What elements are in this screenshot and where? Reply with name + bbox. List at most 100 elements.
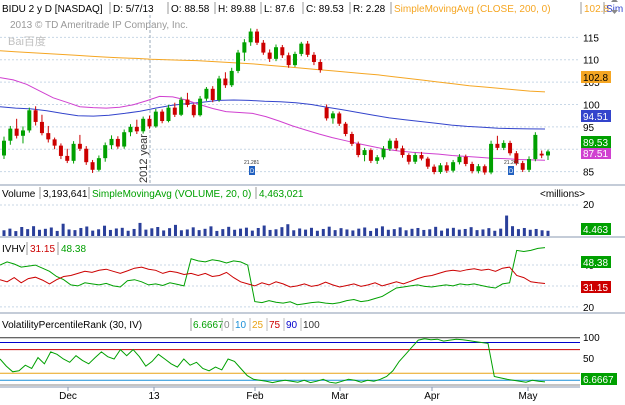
volume-bar [528,229,532,236]
sma50-badge-text: 94.51 [583,112,608,123]
candle-body [261,42,266,53]
sma200-study-label[interactable]: SimpleMovingAvg (CLOSE, 200, 0) [394,4,551,15]
price-tick-label: 85 [583,168,595,179]
volume-title[interactable]: Volume [2,189,36,200]
price-tick-label: 110 [583,56,599,67]
candle-body [8,128,13,141]
volume-bar [114,228,118,236]
candle-body [160,111,165,122]
volume-bar [126,230,130,236]
volume-bar [67,229,71,236]
candle-body [349,134,354,144]
volume-bar [227,226,231,236]
range-readout: R: 2.28 [353,4,386,15]
candle-body [2,140,6,156]
candle-body [432,166,437,173]
volume-bar [292,230,296,236]
candle-body [286,55,291,66]
vpr-badge-text: 6.6667 [583,375,614,386]
volume-bar [32,226,36,236]
ivhv-tick-label: 20 [583,303,595,314]
candle-body [198,98,203,116]
candle-body [77,143,82,149]
time-axis-label: Apr [424,391,440,402]
candle-body [147,118,152,127]
candle-body [204,88,209,99]
volume-bar [91,230,95,236]
ivhv-panel[interactable]: IVHV 31.15 48.38 403020 48.38 31.15 [0,236,625,314]
volume-bar [369,230,373,236]
volume-bar [499,228,503,236]
volume-bar [345,229,349,236]
close-readout: C: 89.53 [306,4,344,15]
volume-bar [8,228,12,236]
volume-bar [256,227,260,236]
candle-body [96,158,101,170]
volume-bar [221,229,225,236]
vpr-value: 6.6667 [193,320,224,331]
candle-body [470,163,475,172]
candle-body [242,42,247,53]
ivhv-title[interactable]: IVHV [2,244,26,255]
volume-bar [250,230,254,236]
volume-bar [37,229,41,236]
volume-bar [262,225,266,236]
candle-body [134,126,139,132]
dividend-1-letter: D [250,169,255,175]
volume-bar [79,227,83,236]
candle-body [248,31,253,43]
volume-bar [493,230,497,236]
volume-bar [434,226,438,236]
time-axis-label: Mar [331,391,349,402]
volume-bar [103,225,107,236]
candle-body [90,162,95,170]
volume-bar [309,227,313,236]
volume-bar [540,230,544,236]
candle-body [457,156,462,163]
candle-body [387,140,392,149]
time-axis[interactable]: Dec 13 Feb Mar Apr May [0,386,580,402]
candle-body [527,159,532,170]
volume-bar [209,226,213,236]
sma200-badge-text: 102.8 [583,73,608,84]
dividend-2-letter: D [509,169,514,175]
candle-body [229,70,234,86]
volume-bar [2,230,6,236]
volume-sma-label[interactable]: SimpleMovingAvg (VOLUME, 20, 0) [92,189,251,200]
low-readout: L: 87.6 [264,4,295,15]
price-tick-label: 115 [583,33,599,44]
volume-bar [120,227,124,236]
time-axis-label: Dec [59,391,77,402]
vpr-axis-tick-50: 50 [583,354,595,365]
vpr-level-label: 0 [224,320,230,331]
time-axis-label: 13 [148,391,160,402]
volume-bar [392,229,396,236]
time-axis-label: Feb [246,391,264,402]
candle-body [311,54,316,62]
candle-body [39,121,44,134]
candle-body [356,143,361,156]
candle-body [546,151,550,156]
candle-body [274,47,278,59]
time-axis-label: May [519,391,538,402]
symbol-label[interactable]: BIDU 2 y D [NASDAQ] [2,4,103,15]
volume-bar [286,224,290,236]
candle-body [191,104,196,116]
candle-body [153,111,158,127]
candle-body [255,31,260,43]
candle-body [103,145,108,159]
volume-bar [410,228,414,236]
candle-body [236,52,241,71]
candle-body [84,148,89,163]
candle-body [501,142,506,148]
candle-body [451,162,456,171]
volume-panel[interactable]: Volume 3,193,641 SimpleMovingAvg (VOLUME… [0,184,625,236]
volume-bar [475,230,479,236]
price-panel[interactable]: 2013 © TD Ameritrade IP Company, Inc. Ba… [0,15,611,185]
vpr-panel[interactable]: VolatilityPercentileRank (30, IV) 6.6667… [0,312,625,386]
volume-bar [73,230,77,236]
candle-body [394,140,399,149]
volume-bar [304,229,308,236]
iv-value: 31.15 [30,244,55,255]
vpr-title[interactable]: VolatilityPercentileRank (30, IV) [2,320,142,331]
